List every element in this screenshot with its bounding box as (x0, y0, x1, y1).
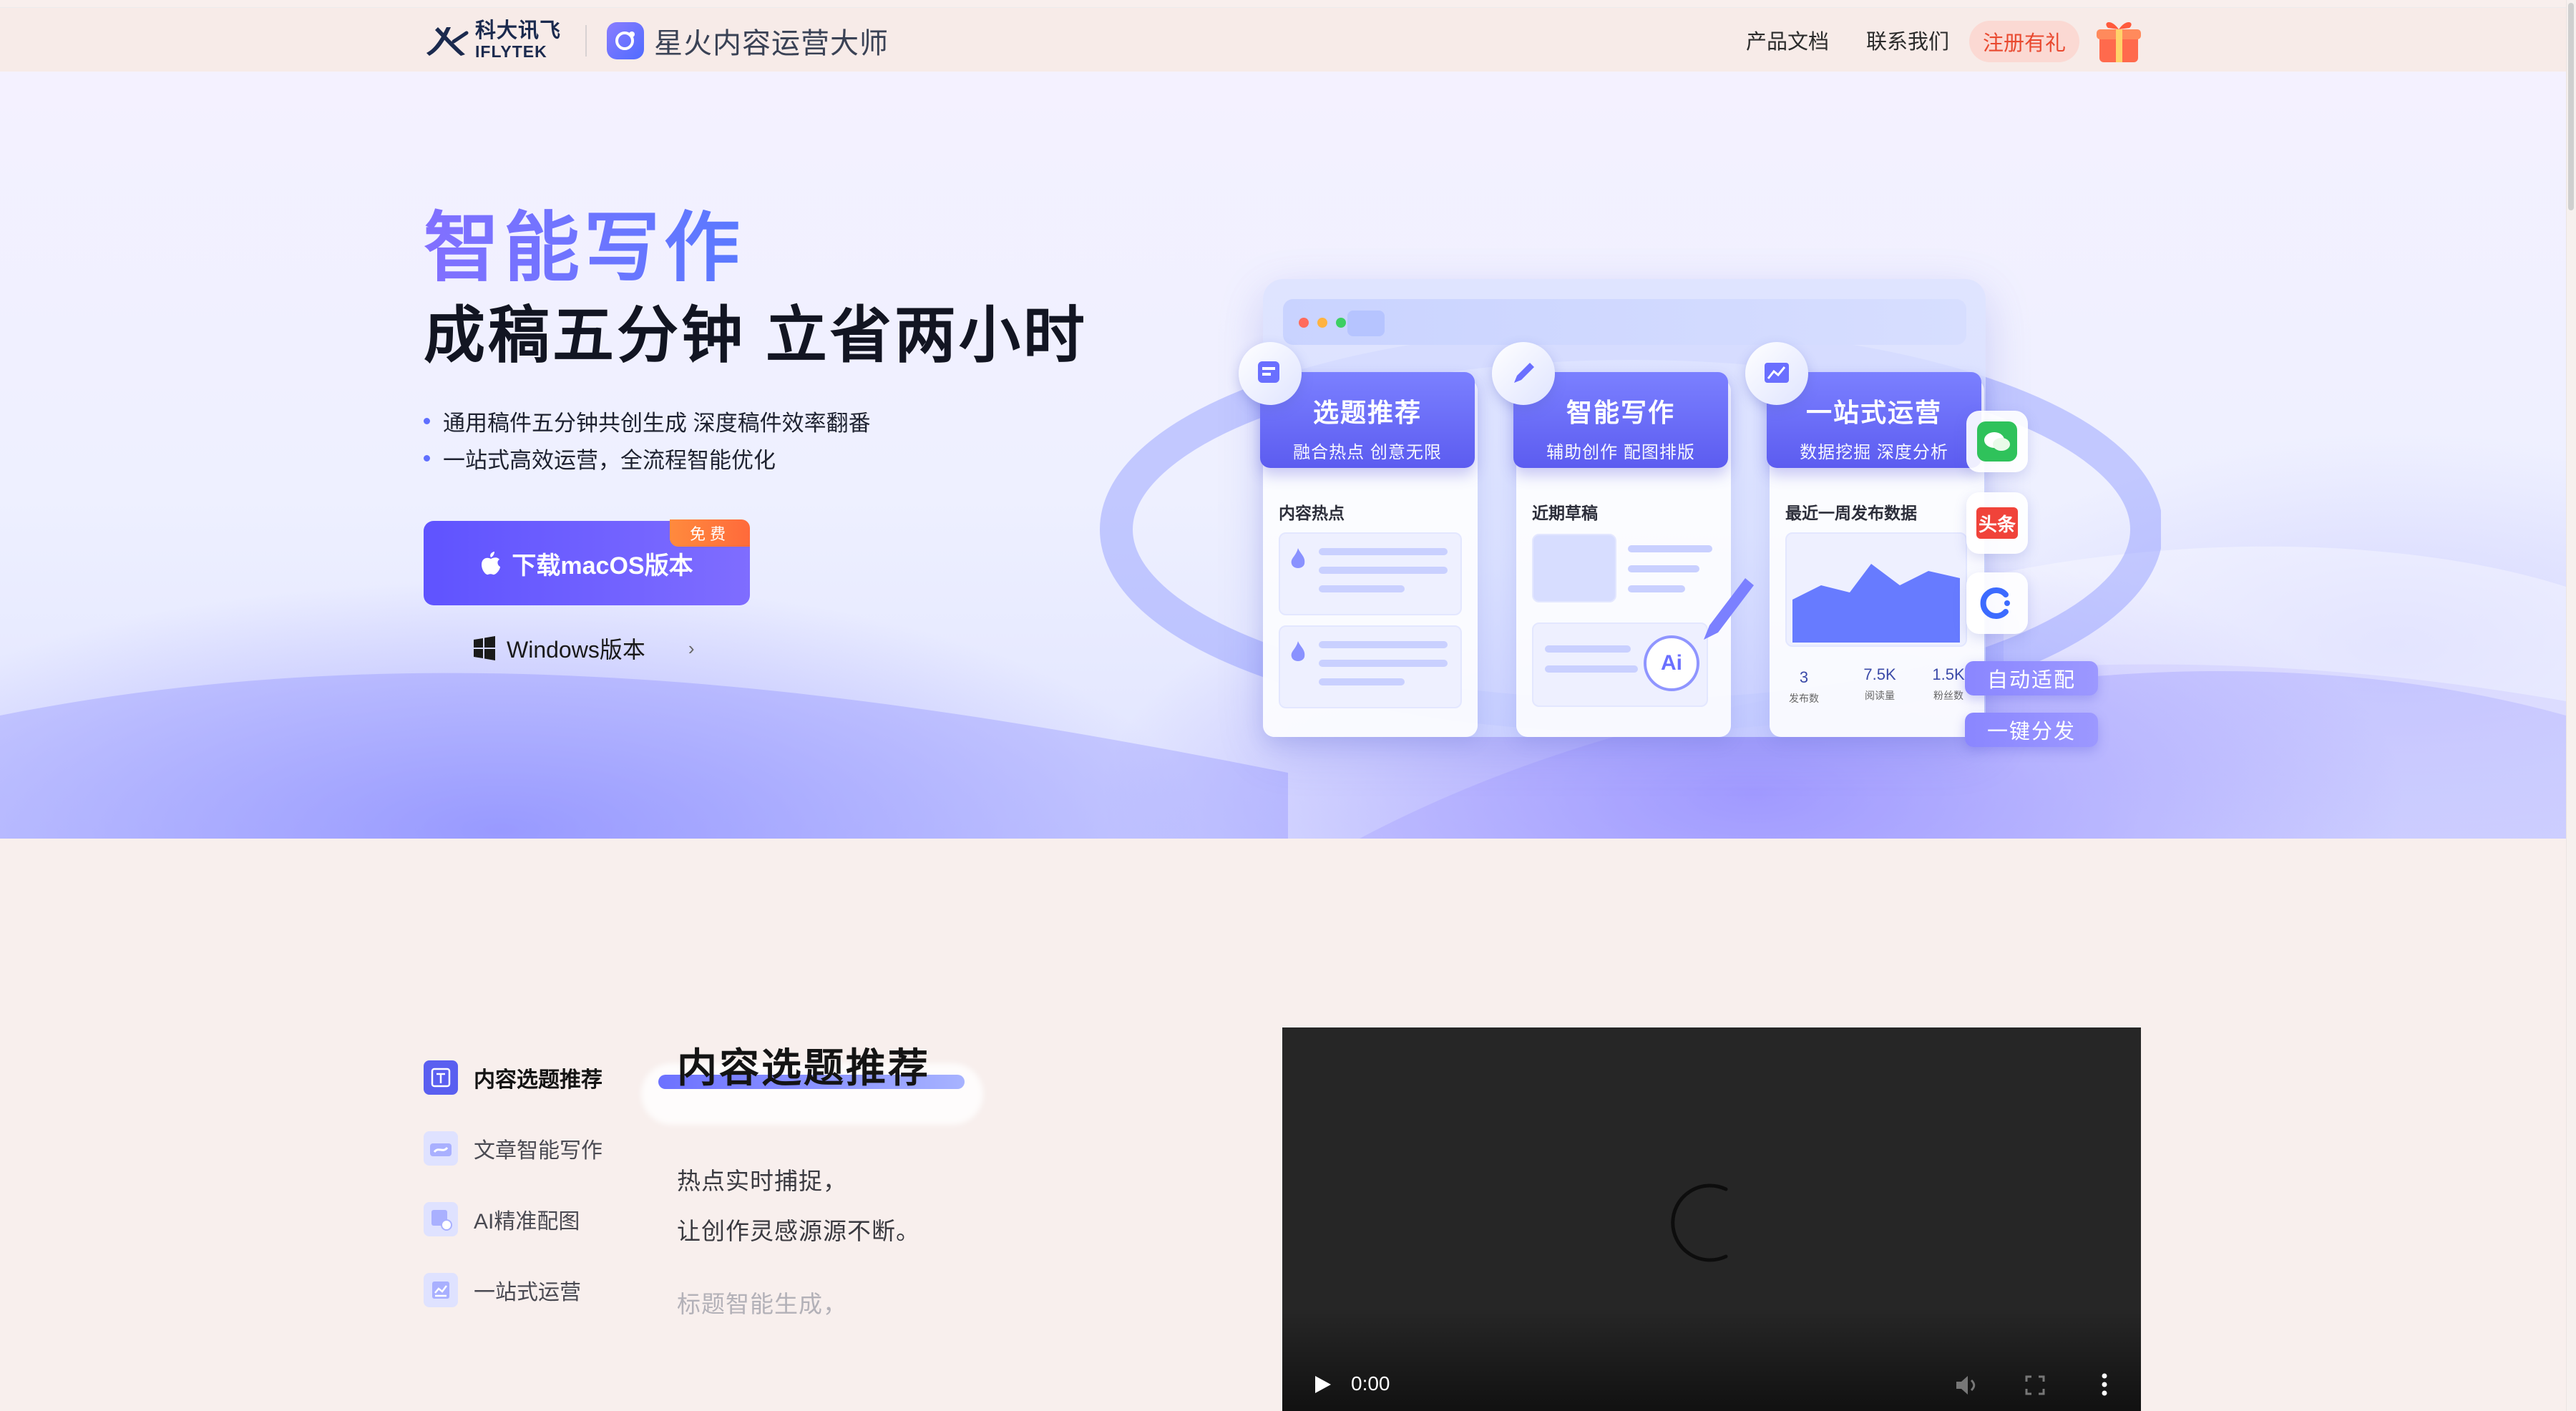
product-logo[interactable]: 星火内容运营大师 (607, 21, 889, 61)
hero-illustration: 选题推荐 融合热点 创意无限 内容热点 智能写作 辅助创作 配图排版 近期草稿 … (1088, 200, 2161, 830)
windows-icon (474, 636, 495, 660)
free-badge: 免费 (670, 519, 750, 547)
stat-value: 7.5K (1863, 665, 1896, 683)
logo-divider (585, 25, 587, 57)
video-time: 0:00 (1351, 1372, 1390, 1395)
iflytek-logo[interactable]: 科大讯飞 IFLYTEK (422, 19, 561, 61)
writing-icon (424, 1131, 458, 1166)
register-gift-button[interactable]: 注册有礼 (1969, 21, 2079, 62)
volume-icon[interactable] (1955, 1374, 1981, 1397)
app-window-mock: 选题推荐 融合热点 创意无限 内容热点 智能写作 辅助创作 配图排版 近期草稿 … (1239, 279, 1986, 737)
chart-badge-icon (1745, 342, 1808, 405)
one-click-distribute-pill: 一键分发 (1965, 713, 2098, 747)
feature-desc-line: 让创作灵感源源不断。 (677, 1218, 920, 1244)
stat-label: 发布数 (1789, 693, 1819, 704)
feature-tab-image[interactable]: AI精准配图 (424, 1183, 602, 1254)
iflytek-mark-icon (426, 27, 469, 56)
card-writing-subtitle: 辅助创作 配图排版 (1546, 443, 1695, 462)
feature-tab-list: 内容选题推荐 文章智能写作 AI精准配图 一站式运营 (424, 1042, 602, 1325)
card-operation-subtitle: 数据挖掘 深度分析 (1800, 443, 1948, 462)
video-controls-shade (1282, 1311, 2141, 1411)
feature-video-player[interactable]: 0:00 (1282, 1027, 2141, 1411)
feature-tab-label: 文章智能写作 (474, 1138, 602, 1163)
card-writing-label: 近期草稿 (1532, 504, 1598, 522)
topic-badge-icon (1239, 342, 1302, 405)
hero-title: 智能写作 (424, 186, 744, 296)
topic-icon (424, 1060, 458, 1095)
traffic-light-min (1317, 318, 1327, 328)
more-options-icon[interactable] (2101, 1372, 2108, 1397)
auto-adapt-pill: 自动适配 (1965, 661, 2098, 695)
scrollbar-thumb[interactable] (2568, 3, 2574, 210)
windows-label: Windows版本 (507, 637, 645, 663)
product-name: 星火内容运营大师 (654, 28, 889, 59)
fire-icon (1291, 548, 1305, 568)
apple-icon (482, 552, 501, 575)
card-writing-title: 智能写作 (1566, 398, 1675, 427)
card-operation-label: 最近一周发布数据 (1785, 504, 1917, 522)
area-chart-mock (1792, 564, 1960, 643)
feature-tab-operation[interactable]: 一站式运营 (424, 1254, 602, 1325)
feature-heading: 内容选题推荐 (677, 1045, 930, 1090)
hero-subtitle: 成稿五分钟 立省两小时 (424, 301, 1088, 370)
image-icon (424, 1201, 458, 1236)
feature-tab-label: 一站式运营 (474, 1280, 581, 1304)
loading-spinner-icon (1671, 1183, 1728, 1262)
top-navbar: 科大讯飞 IFLYTEK 星火内容运营大师 产品文档 联系我们 注册有礼 (0, 7, 2566, 72)
brand-cn: 科大讯飞 (475, 19, 562, 42)
gift-icon[interactable] (2095, 15, 2142, 65)
image-placeholder-icon (1532, 534, 1616, 602)
home-icon (1347, 311, 1385, 336)
feature-tab-writing[interactable]: 文章智能写作 (424, 1113, 602, 1183)
spark-app-icon (607, 22, 644, 59)
card-topic-title: 选题推荐 (1312, 398, 1422, 427)
traffic-light-close (1299, 318, 1309, 328)
hero-bullet: 通用稿件五分钟共创生成 深度稿件效率翻番 (424, 402, 871, 439)
traffic-light-max (1336, 318, 1346, 328)
nav-contact-us[interactable]: 联系我们 (1866, 19, 1949, 61)
wechat-icon (1966, 411, 2028, 472)
feature-desc-line: 热点实时捕捉， (677, 1168, 847, 1194)
ai-badge: Ai (1644, 635, 1699, 691)
chart-icon (424, 1272, 458, 1307)
hero-bullet: 一站式高效运营，全流程智能优化 (424, 439, 871, 477)
card-topic: 选题推荐 融合热点 创意无限 内容热点 (1239, 342, 1478, 737)
platform-c-icon (1966, 572, 2028, 634)
card-operation-title: 一站式运营 (1805, 398, 1942, 427)
card-topic-label: 内容热点 (1279, 504, 1345, 522)
hero-bullets: 通用稿件五分钟共创生成 深度稿件效率翻番 一站式高效运营，全流程智能优化 (424, 402, 871, 477)
page-scrollbar[interactable] (2566, 0, 2576, 1411)
stat-value: 3 (1799, 668, 1809, 686)
card-operation: 一站式运营 数据挖掘 深度分析 最近一周发布数据 3 发布数 7.5K 阅读量 (1745, 342, 1984, 737)
feature-description-faded: 标题智能生成， (677, 1291, 847, 1317)
stat-label: 阅读量 (1865, 690, 1895, 701)
feature-tab-label: AI精准配图 (474, 1209, 580, 1234)
feature-tab-label: 内容选题推荐 (474, 1068, 602, 1092)
feature-tab-topic[interactable]: 内容选题推荐 (424, 1042, 602, 1113)
fullscreen-icon[interactable] (2025, 1375, 2045, 1395)
hero-section: 智能写作 成稿五分钟 立省两小时 通用稿件五分钟共创生成 深度稿件效率翻番 一站… (0, 72, 2566, 839)
fire-icon (1291, 641, 1305, 661)
pen-icon (1704, 578, 1754, 640)
toutiao-icon: 头条 (1966, 492, 2028, 554)
play-icon[interactable] (1314, 1375, 1332, 1395)
brand-en: IFLYTEK (475, 42, 547, 61)
chevron-right-icon: › (688, 637, 695, 659)
card-topic-subtitle: 融合热点 创意无限 (1293, 443, 1442, 462)
download-macos-label: 下载macOS版本 (512, 552, 693, 580)
card-writing: 智能写作 辅助创作 配图排版 近期草稿 Ai (1492, 342, 1754, 737)
feature-description: 热点实时捕捉， 让创作灵感源源不断。 (677, 1156, 920, 1256)
nav-product-docs[interactable]: 产品文档 (1746, 19, 1829, 61)
windows-download-link[interactable]: Windows版本 › (472, 627, 695, 670)
pencil-badge-icon (1492, 342, 1555, 405)
stat-value: 1.5K (1932, 665, 1965, 683)
window-titlebar (1283, 299, 1966, 345)
